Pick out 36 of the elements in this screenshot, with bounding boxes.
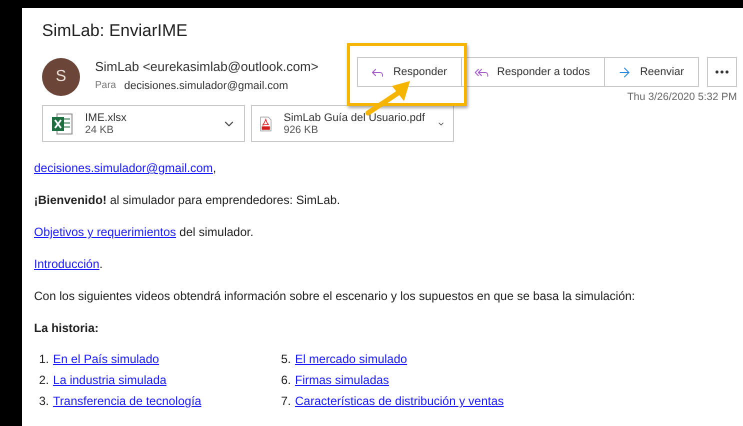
body-text: del simulador. — [178, 225, 254, 239]
video-link[interactable]: Características de distribución y ventas — [295, 391, 504, 412]
sender-name: SimLab <eurekasimlab@outlook.com> — [95, 59, 318, 74]
body-text: ¡Bienvenido! al simulador para emprendedores: SimLab. — [34, 192, 342, 209]
reply-all-button[interactable]: Responder a todos — [461, 57, 605, 87]
body-text: Con los siguientes videos obtendrá información sobre el escenario y los supuestos en que se basa la simulación: — [34, 288, 636, 305]
link[interactable]: Objetivos y requerimientos — [34, 225, 176, 239]
body-text: , — [212, 161, 216, 175]
sent-date: Thu 3/26/2020 5:32 PM — [627, 91, 737, 103]
video-link[interactable]: La industria simulada — [53, 370, 166, 391]
attachment-card[interactable]: IME.xlsx 24 KB — [42, 105, 245, 142]
video-link[interactable]: Firmas simuladas — [295, 370, 390, 391]
list-number: 7. — [281, 393, 292, 410]
list-number: 3. — [39, 393, 50, 410]
attachment-card[interactable]: SimLab Guía del Usuario.pdf 926 KB — [251, 105, 454, 142]
attachment-name: SimLab Guía del Usuario.pdf — [284, 112, 425, 124]
video-link[interactable]: El mercado simulado — [295, 349, 408, 370]
link[interactable]: Introducción — [34, 257, 100, 271]
list-number: 5. — [281, 351, 292, 368]
attachment-size: 24 KB — [85, 124, 115, 136]
list-number: 6. — [281, 372, 292, 389]
list-number: 1. — [39, 351, 50, 368]
recipient-address: decisiones.simulador@gmail.com — [124, 80, 288, 92]
sender-avatar: S — [42, 58, 80, 96]
video-link[interactable]: Transferencia de tecnología — [53, 391, 202, 412]
link[interactable]: decisiones.simulador@gmail.com — [34, 161, 213, 175]
video-link[interactable]: En el País simulado — [53, 349, 160, 370]
to-label: Para — [95, 80, 116, 92]
forward-button[interactable]: Reenviar — [604, 57, 699, 87]
attachment-name: IME.xlsx — [85, 112, 128, 124]
reply-button[interactable]: Responder — [357, 57, 462, 87]
section-heading: La historia: — [34, 320, 100, 337]
body-text: . — [99, 257, 103, 271]
list-number: 2. — [39, 372, 50, 389]
email-subject: SimLab: EnviarIME — [42, 21, 188, 42]
attachment-size: 926 KB — [284, 124, 320, 136]
